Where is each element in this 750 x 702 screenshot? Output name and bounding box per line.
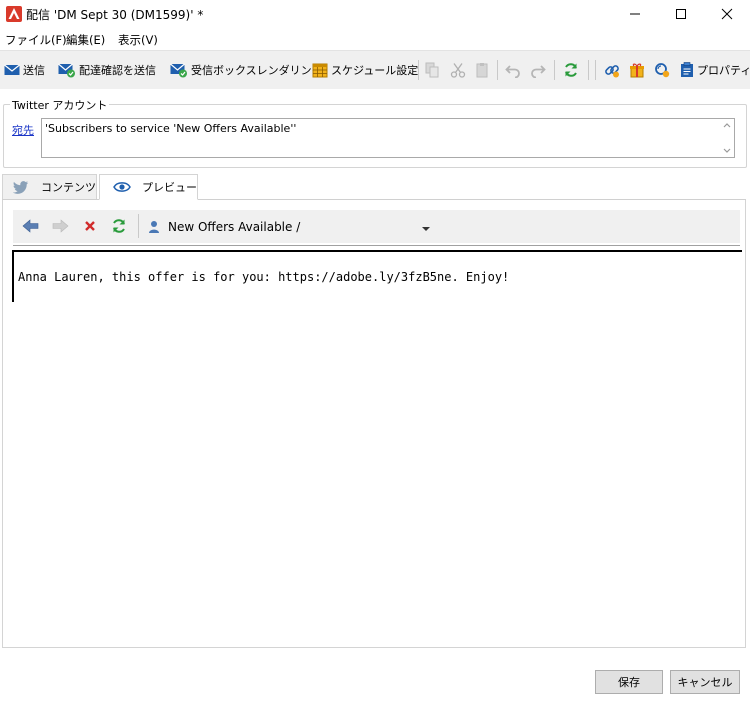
copy-icon	[425, 62, 439, 78]
preview-refresh-button[interactable]	[111, 218, 127, 237]
minimize-button[interactable]	[612, 0, 658, 28]
analysis-icon	[655, 63, 670, 78]
red-x-icon	[85, 221, 95, 231]
window-title: 配信 'DM Sept 30 (DM1599)' *	[26, 8, 204, 22]
previous-button[interactable]	[22, 219, 40, 236]
app-logo-icon	[6, 6, 22, 22]
scroll-down-icon	[723, 148, 731, 153]
inbox-rendering-icon	[170, 63, 187, 78]
undo-button[interactable]	[505, 61, 524, 79]
toolbar-separator	[497, 60, 498, 80]
inbox-rendering-label: 受信ボックスレンダリング	[191, 64, 323, 77]
toolbar-separator	[588, 60, 589, 80]
tab-content[interactable]: コンテンツ	[2, 174, 97, 199]
eye-icon	[113, 182, 131, 192]
refresh-icon	[565, 63, 577, 77]
undo-icon	[505, 65, 520, 78]
to-field-scrollbar[interactable]	[720, 119, 734, 157]
menu-file[interactable]: ファイル(F)	[5, 32, 67, 48]
send-proof-button[interactable]: 配達確認を送信	[58, 61, 156, 79]
refresh-icon	[113, 219, 125, 233]
dropdown-chevron[interactable]	[421, 222, 431, 236]
preview-toolbar-divider	[13, 245, 740, 246]
close-window-button[interactable]	[704, 0, 750, 28]
send-label: 送信	[23, 64, 45, 77]
properties-button[interactable]: プロパティ	[680, 61, 750, 79]
tab-preview-label: プレビュー	[142, 181, 197, 194]
menu-view[interactable]: 表示(V)	[118, 32, 158, 48]
close-icon	[721, 8, 733, 20]
schedule-button[interactable]: スケジュール設定	[312, 61, 418, 79]
scroll-up-icon	[723, 123, 731, 128]
minimize-icon	[630, 13, 640, 15]
envelope-icon	[4, 64, 20, 75]
envelope-check-icon	[58, 63, 75, 78]
send-proof-label: 配達確認を送信	[79, 64, 156, 77]
cut-button[interactable]	[450, 61, 469, 79]
paste-button[interactable]	[474, 61, 493, 79]
preview-message: Anna Lauren, this offer is for you: http…	[18, 270, 510, 284]
tab-preview[interactable]: プレビュー	[99, 174, 198, 200]
scissors-icon	[450, 63, 466, 78]
chevron-down-icon	[422, 227, 430, 231]
arrow-right-icon	[52, 219, 69, 233]
properties-label: プロパティ	[697, 64, 750, 77]
tab-panel	[2, 199, 746, 648]
offers-button[interactable]	[629, 61, 648, 79]
arrow-left-icon	[22, 219, 39, 233]
redo-button[interactable]	[530, 61, 549, 79]
preview-frame-left	[12, 250, 14, 302]
analysis-button[interactable]	[654, 61, 673, 79]
links-button[interactable]	[604, 61, 623, 79]
inbox-rendering-button[interactable]: 受信ボックスレンダリング	[170, 61, 323, 79]
gift-icon	[630, 63, 644, 78]
schedule-label: スケジュール設定	[331, 64, 419, 77]
clipboard-icon	[681, 62, 693, 77]
twitter-bird-icon	[13, 181, 29, 194]
tab-content-label: コンテンツ	[41, 181, 96, 194]
to-link[interactable]: 宛先	[12, 122, 34, 138]
remove-button[interactable]	[84, 220, 96, 235]
paste-icon	[476, 63, 488, 78]
maximize-button[interactable]	[658, 0, 704, 28]
cancel-button[interactable]: キャンセル	[670, 670, 740, 694]
twitter-account-legend: Twitter アカウント	[10, 97, 110, 113]
menu-edit[interactable]: 編集(E)	[66, 32, 105, 48]
toolbar-separator	[418, 60, 419, 80]
send-button[interactable]: 送信	[4, 61, 45, 79]
to-value: 'Subscribers to service 'New Offers Avai…	[45, 122, 297, 135]
preview-recipient-value: New Offers Available /	[168, 220, 301, 234]
preview-recipient-dropdown[interactable]: New Offers Available /	[148, 218, 438, 236]
preview-frame-top	[13, 250, 742, 252]
save-button[interactable]: 保存	[595, 670, 663, 694]
toolbar-separator	[554, 60, 555, 80]
next-button[interactable]	[51, 219, 69, 236]
refresh-button[interactable]	[563, 61, 582, 79]
toolbar-separator	[595, 60, 596, 80]
menu-bar	[0, 30, 750, 48]
redo-icon	[531, 65, 546, 78]
calendar-icon	[312, 63, 328, 78]
copy-button[interactable]	[424, 61, 443, 79]
link-icon	[605, 65, 619, 78]
preview-toolbar-separator	[138, 214, 139, 238]
person-icon	[149, 221, 159, 233]
maximize-icon	[676, 9, 686, 19]
